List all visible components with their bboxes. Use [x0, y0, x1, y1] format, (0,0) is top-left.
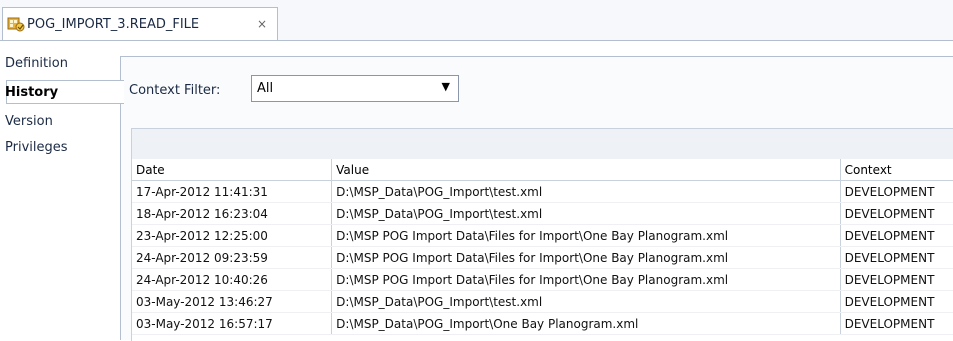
- side-tab-label: Version: [5, 114, 53, 129]
- side-tab-definition[interactable]: Definition: [3, 52, 119, 76]
- document-tab[interactable]: POG_IMPORT_3.READ_FILE ×: [2, 7, 278, 40]
- table-row[interactable]: 24-Apr-2012 09:23:59 D:\MSP POG Import D…: [132, 246, 953, 269]
- cell-date: 18-Apr-2012 16:23:04: [132, 202, 333, 225]
- history-table: Date Value Context 17-Apr-2012 11:41:31 …: [132, 159, 953, 335]
- cell-context: DEVELOPMENT: [840, 180, 953, 203]
- context-filter-value: All: [257, 81, 274, 96]
- cell-context: DEVELOPMENT: [840, 202, 953, 225]
- document-tab-title: POG_IMPORT_3.READ_FILE: [27, 17, 200, 32]
- cell-context: DEVELOPMENT: [840, 224, 953, 247]
- cell-value: D:\MSP_Data\POG_Import\test.xml: [331, 202, 841, 225]
- side-tab-version[interactable]: Version: [3, 110, 119, 134]
- grid-toolbar: [131, 128, 953, 159]
- table-header-row: Date Value Context: [132, 159, 953, 181]
- context-filter-label: Context Filter:: [129, 83, 221, 98]
- side-tab-label: History: [5, 85, 59, 100]
- database-object-icon: [7, 17, 25, 32]
- cell-date: 17-Apr-2012 11:41:31: [132, 180, 333, 203]
- object-panel: Definition History Version Privileges Co…: [0, 40, 953, 341]
- context-filter-select[interactable]: All ▼: [251, 75, 459, 102]
- cell-value: D:\MSP_Data\POG_Import\test.xml: [331, 290, 841, 313]
- side-tab-list: Definition History Version Privileges: [3, 52, 124, 340]
- side-tab-history[interactable]: History: [5, 80, 124, 104]
- side-tab-label: Privileges: [5, 140, 68, 155]
- cell-value: D:\MSP POG Import Data\Files for Import\…: [331, 224, 841, 247]
- history-content: Context Filter: All ▼ Date Value Context…: [120, 56, 953, 341]
- cell-context: DEVELOPMENT: [840, 246, 953, 269]
- history-table-area: Date Value Context 17-Apr-2012 11:41:31 …: [131, 159, 953, 341]
- column-header-value[interactable]: Value: [331, 159, 841, 181]
- cell-date: 03-May-2012 16:57:17: [132, 312, 333, 335]
- close-icon[interactable]: ×: [257, 17, 267, 31]
- table-row[interactable]: 03-May-2012 16:57:17 D:\MSP_Data\POG_Imp…: [132, 312, 953, 335]
- cell-value: D:\MSP_Data\POG_Import\One Bay Planogram…: [331, 312, 841, 335]
- table-row[interactable]: 18-Apr-2012 16:23:04 D:\MSP_Data\POG_Imp…: [132, 202, 953, 225]
- column-header-date[interactable]: Date: [132, 159, 333, 181]
- table-row[interactable]: 24-Apr-2012 10:40:26 D:\MSP POG Import D…: [132, 268, 953, 291]
- cell-context: DEVELOPMENT: [840, 290, 953, 313]
- cell-context: DEVELOPMENT: [840, 312, 953, 335]
- table-row[interactable]: 03-May-2012 13:46:27 D:\MSP_Data\POG_Imp…: [132, 290, 953, 313]
- cell-context: DEVELOPMENT: [840, 268, 953, 291]
- cell-date: 23-Apr-2012 12:25:00: [132, 224, 333, 247]
- cell-date: 24-Apr-2012 09:23:59: [132, 246, 333, 269]
- cell-date: 03-May-2012 13:46:27: [132, 290, 333, 313]
- side-tab-label: Definition: [5, 56, 68, 71]
- table-row[interactable]: 17-Apr-2012 11:41:31 D:\MSP_Data\POG_Imp…: [132, 180, 953, 203]
- side-tab-privileges[interactable]: Privileges: [3, 136, 119, 160]
- cell-date: 24-Apr-2012 10:40:26: [132, 268, 333, 291]
- cell-value: D:\MSP POG Import Data\Files for Import\…: [331, 268, 841, 291]
- table-row[interactable]: 23-Apr-2012 12:25:00 D:\MSP POG Import D…: [132, 224, 953, 247]
- cell-value: D:\MSP POG Import Data\Files for Import\…: [331, 246, 841, 269]
- cell-value: D:\MSP_Data\POG_Import\test.xml: [331, 180, 841, 203]
- chevron-down-icon: ▼: [441, 80, 450, 93]
- column-header-context[interactable]: Context: [840, 159, 953, 181]
- editor-tab-strip: POG_IMPORT_3.READ_FILE ×: [0, 0, 953, 40]
